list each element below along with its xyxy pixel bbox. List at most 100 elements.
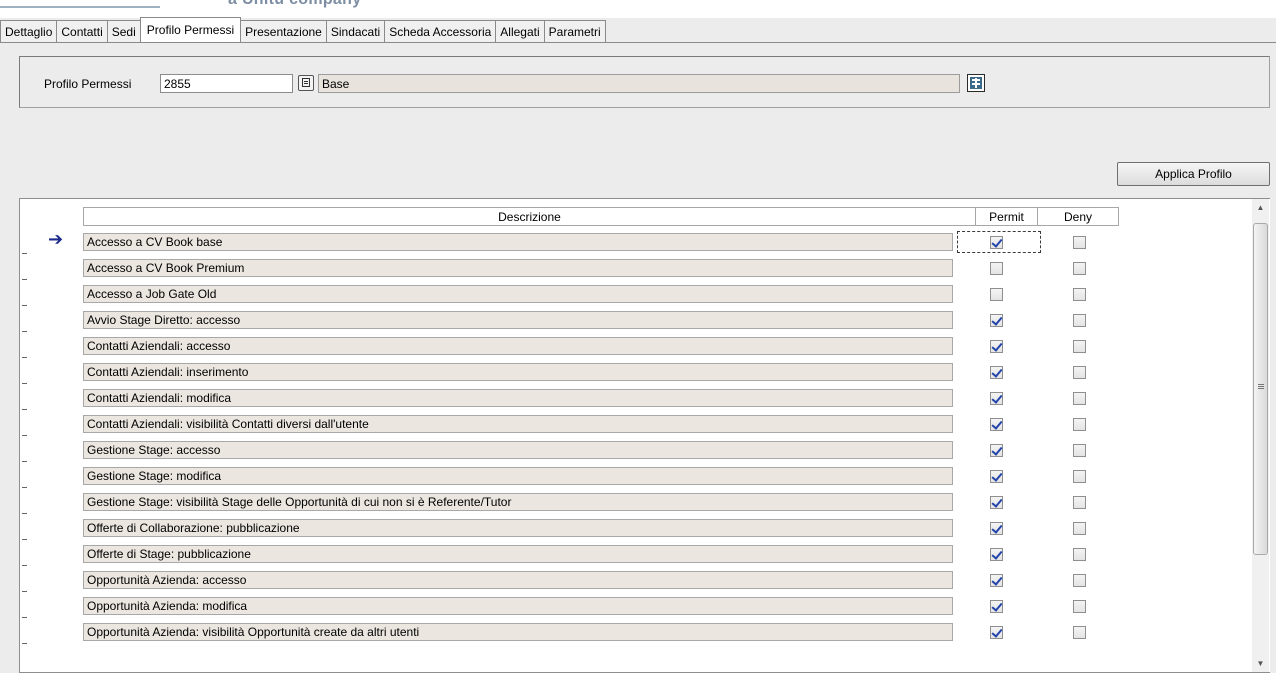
scroll-up-arrow-icon[interactable]: ▲ [1252,199,1269,216]
deny-checkbox[interactable] [1073,262,1086,275]
table-row[interactable]: Opportunità Azienda: accesso [20,567,1250,593]
table-row[interactable]: Gestione Stage: visibilità Stage delle O… [20,489,1250,515]
row-description: Contatti Aziendali: modifica [83,389,953,407]
table-row[interactable]: Contatti Aziendali: visibilità Contatti … [20,411,1250,437]
table-row[interactable]: Accesso a CV Book Premium [20,255,1250,281]
table-row[interactable]: Opportunità Azienda: visibilità Opportun… [20,619,1250,645]
row-selector-tick [22,279,27,280]
row-selector-tick [22,617,27,618]
permit-checkbox[interactable] [990,626,1003,639]
table-row[interactable]: Gestione Stage: modifica [20,463,1250,489]
tab-presentazione[interactable]: Presentazione [240,20,327,42]
profilo-permessi-panel: Profilo Permessi 2855 Base Applica Profi… [0,43,1276,673]
lookup-button[interactable] [298,75,314,91]
table-row[interactable]: Opportunità Azienda: modifica [20,593,1250,619]
deny-checkbox[interactable] [1073,418,1086,431]
banner-tagline: a Unitu company [228,0,361,9]
table-row[interactable]: Gestione Stage: accesso [20,437,1250,463]
permit-checkbox[interactable] [990,574,1003,587]
deny-checkbox[interactable] [1073,574,1086,587]
row-description: Contatti Aziendali: inserimento [83,363,953,381]
calculator-button[interactable] [967,74,985,92]
permit-checkbox[interactable] [990,236,1003,249]
lookup-icon [302,78,310,87]
deny-checkbox[interactable] [1073,470,1086,483]
permit-checkbox[interactable] [990,600,1003,613]
deny-checkbox[interactable] [1073,236,1086,249]
arrow-right-icon: ➔ [48,229,64,249]
tab-contatti[interactable]: Contatti [56,20,108,42]
permit-checkbox[interactable] [990,314,1003,327]
tab-sedi[interactable]: Sedi [106,20,141,42]
tab-dettaglio[interactable]: Dettaglio [0,20,58,42]
profilo-code-field[interactable]: 2855 [160,74,293,93]
row-description: Gestione Stage: visibilità Stage delle O… [83,493,953,511]
banner-logo-fragment [0,0,160,8]
row-description: Offerte di Stage: pubblicazione [83,545,953,563]
permit-checkbox[interactable] [990,262,1003,275]
row-selector-tick [22,487,27,488]
row-description: Opportunità Azienda: modifica [83,597,953,615]
row-description: Accesso a CV Book base [83,233,953,251]
deny-checkbox[interactable] [1073,626,1086,639]
permit-checkbox[interactable] [990,392,1003,405]
table-row[interactable]: Accesso a Job Gate Old [20,281,1250,307]
row-description: Contatti Aziendali: accesso [83,337,953,355]
table-row[interactable]: Offerte di Collaborazione: pubblicazione [20,515,1250,541]
permit-checkbox[interactable] [990,340,1003,353]
row-description: Gestione Stage: accesso [83,441,953,459]
permit-checkbox[interactable] [990,522,1003,535]
deny-checkbox[interactable] [1073,548,1086,561]
deny-checkbox[interactable] [1073,600,1086,613]
tab-parametri[interactable]: Parametri [543,20,606,42]
tab-scheda-accessoria[interactable]: Scheda Accessoria [384,20,497,42]
tab-sindacati[interactable]: Sindacati [325,20,386,42]
table-row[interactable]: Contatti Aziendali: inserimento [20,359,1250,385]
permit-checkbox[interactable] [990,288,1003,301]
deny-checkbox[interactable] [1073,288,1086,301]
table-row[interactable]: Offerte di Stage: pubblicazione [20,541,1250,567]
top-banner: a Unitu company [0,0,1276,18]
row-description: Accesso a Job Gate Old [83,285,953,303]
row-selector-tick [22,591,27,592]
tab-profilo-permessi[interactable]: Profilo Permessi [139,17,242,42]
table-row[interactable]: ➔ Accesso a CV Book base [20,229,1250,255]
deny-checkbox[interactable] [1073,366,1086,379]
permit-checkbox[interactable] [990,444,1003,457]
row-description: Opportunità Azienda: visibilità Opportun… [83,623,953,641]
tab-allegati[interactable]: Allegati [495,20,545,42]
permit-checkbox[interactable] [990,366,1003,379]
deny-checkbox[interactable] [1073,314,1086,327]
row-selector-tick [22,461,27,462]
scroll-down-arrow-icon[interactable]: ▼ [1252,655,1269,672]
permit-checkbox[interactable] [990,470,1003,483]
permissions-grid: Descrizione Permit Deny ▲ ▼ ➔ Accesso a C… [19,198,1270,673]
tab-bar: Dettaglio Contatti Sedi Profilo Permessi Pre… [0,17,606,42]
row-description: Avvio Stage Diretto: accesso [83,311,953,329]
permit-checkbox[interactable] [990,496,1003,509]
deny-checkbox[interactable] [1073,522,1086,535]
row-description: Contatti Aziendali: visibilità Contatti … [83,415,953,433]
table-row[interactable]: Contatti Aziendali: modifica [20,385,1250,411]
permit-checkbox[interactable] [990,548,1003,561]
scrollbar-thumb[interactable] [1253,223,1268,555]
table-row[interactable]: Avvio Stage Diretto: accesso [20,307,1250,333]
row-selector-tick [22,513,27,514]
deny-checkbox[interactable] [1073,340,1086,353]
applica-profilo-button[interactable]: Applica Profilo [1117,162,1270,186]
permit-checkbox[interactable] [990,418,1003,431]
scrollbar-grip-icon [1258,384,1264,385]
column-header-permit[interactable]: Permit [975,207,1038,226]
column-header-deny[interactable]: Deny [1037,207,1119,226]
profilo-label: Profilo Permessi [44,77,132,91]
row-description: Accesso a CV Book Premium [83,259,953,277]
deny-checkbox[interactable] [1073,444,1086,457]
column-header-descrizione[interactable]: Descrizione [83,207,976,226]
deny-checkbox[interactable] [1073,392,1086,405]
row-selector-tick [22,357,27,358]
table-row[interactable]: Contatti Aziendali: accesso [20,333,1250,359]
vertical-scrollbar[interactable]: ▲ ▼ [1252,199,1269,672]
deny-checkbox[interactable] [1073,496,1086,509]
profilo-description-field: Base [318,74,960,93]
row-selector-tick [22,331,27,332]
